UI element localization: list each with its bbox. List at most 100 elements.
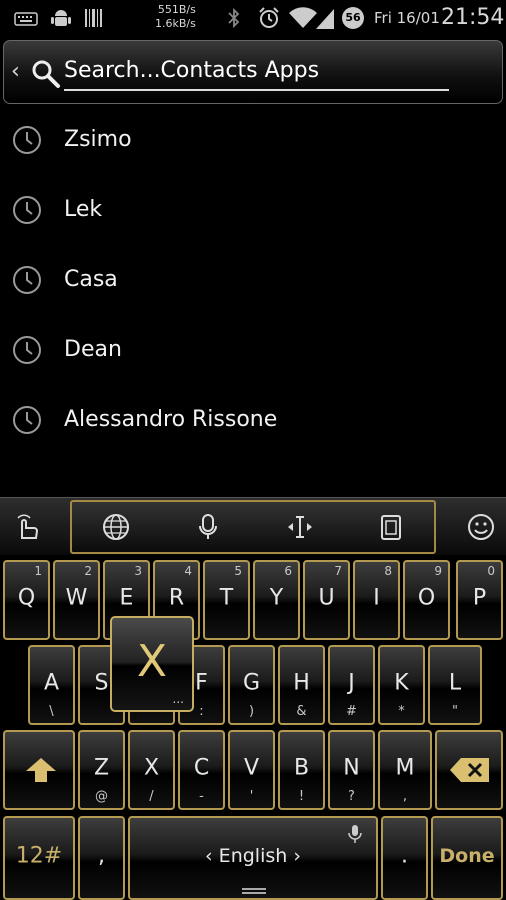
key-a[interactable]: A \ (28, 645, 75, 725)
key-k[interactable]: K * (378, 645, 425, 725)
key-sub-label: - (199, 789, 204, 804)
key-label: C (193, 755, 210, 781)
key-label: T (219, 585, 234, 611)
key-label: X (143, 755, 160, 781)
shift-key[interactable] (3, 730, 75, 810)
symbols-key[interactable]: 12# (3, 816, 75, 900)
key-label: H (293, 670, 310, 696)
microphone-hint-icon (348, 825, 362, 843)
key-label: M (395, 755, 415, 781)
key-label: K (394, 670, 409, 696)
key-hint: 6 (284, 564, 292, 578)
key-sub-label: * (398, 704, 405, 719)
recent-item[interactable]: Zsimo (0, 105, 506, 175)
history-clock-icon (13, 266, 41, 294)
key-x[interactable]: X / (128, 730, 175, 810)
key-sub-label: ) (248, 704, 255, 719)
key-u[interactable]: 7U (303, 560, 350, 640)
keyboard-toolbar (0, 497, 506, 555)
key-q[interactable]: 1Q (3, 560, 50, 640)
recent-item[interactable]: Casa (0, 245, 506, 315)
search-input[interactable]: Search...Contacts Apps (64, 58, 319, 83)
key-y[interactable]: 6Y (253, 560, 300, 640)
key-h[interactable]: H & (278, 645, 325, 725)
key-sub-label: & (296, 704, 307, 719)
key-hint: 5 (234, 564, 242, 578)
key-c[interactable]: C- (178, 730, 225, 810)
period-key[interactable]: . (381, 816, 428, 900)
search-bar[interactable]: ‹ Search...Contacts Apps (3, 40, 503, 104)
barcode-icon (85, 9, 102, 27)
key-label: Done (439, 845, 495, 868)
key-l[interactable]: L " (428, 645, 482, 725)
recent-item-label: Casa (64, 267, 118, 292)
key-m[interactable]: M, (378, 730, 432, 810)
key-label: J (348, 670, 355, 696)
back-chevron-icon[interactable]: ‹ (11, 59, 20, 84)
key-label: G (242, 670, 261, 696)
history-clock-icon (13, 406, 41, 434)
key-sub-label: ? (348, 789, 355, 804)
key-o[interactable]: 9O (403, 560, 450, 640)
download-speed: 1.6kB/s (155, 17, 196, 30)
key-b[interactable]: B! (278, 730, 325, 810)
space-bar-grip (242, 888, 266, 894)
key-sub-label: # (346, 704, 357, 719)
key-preview-label: X (136, 636, 168, 687)
status-bar: 551B/s 1.6kB/s 56 Fri 16/01 21:54 (0, 0, 506, 36)
signal-icon (316, 9, 334, 29)
key-sub-label: / (149, 789, 154, 804)
key-label: , (98, 843, 105, 869)
cursor-move-icon[interactable] (285, 512, 315, 542)
bluetooth-icon (228, 7, 240, 29)
microphone-icon[interactable] (193, 512, 223, 542)
key-hint: 4 (184, 564, 192, 578)
key-sub-label: , (402, 789, 408, 804)
alarm-icon (259, 7, 279, 28)
key-preview-popup: X ... (110, 616, 194, 712)
shift-arrow-icon (26, 758, 56, 782)
key-hint: 9 (434, 564, 442, 578)
key-sub-label: ' (249, 789, 254, 804)
key-sub-label: ! (298, 789, 305, 804)
clipboard-icon[interactable] (376, 512, 406, 542)
key-v[interactable]: V ' (228, 730, 275, 810)
key-z[interactable]: Z @ (78, 730, 125, 810)
space-key[interactable]: ‹ English › (128, 816, 378, 900)
history-clock-icon (13, 196, 41, 224)
emoji-smiley-icon[interactable] (466, 512, 496, 542)
key-n[interactable]: N? (328, 730, 375, 810)
key-label: W (65, 585, 88, 611)
status-date: Fri 16/01 (374, 9, 440, 27)
comma-key[interactable]: , (78, 816, 125, 900)
recent-item[interactable]: Alessandro Rissone (0, 385, 506, 455)
network-speed: 551B/s 1.6kB/s (155, 3, 196, 31)
key-g[interactable]: G) (228, 645, 275, 725)
recent-item[interactable]: Dean (0, 315, 506, 385)
search-icon (32, 60, 60, 88)
key-sub-label: " (452, 704, 458, 719)
key-label: 12# (15, 843, 63, 869)
done-key[interactable]: Done (431, 816, 503, 900)
key-label: . (401, 843, 408, 869)
recent-item[interactable]: Lek (0, 175, 506, 245)
key-t[interactable]: 5T (203, 560, 250, 640)
gesture-hand-icon[interactable] (12, 512, 42, 542)
key-hint: 3 (134, 564, 142, 578)
key-j[interactable]: J # (328, 645, 375, 725)
recent-item-label: Lek (64, 197, 103, 222)
key-w[interactable]: 2W (53, 560, 100, 640)
history-clock-icon (13, 126, 41, 154)
backspace-key[interactable] (435, 730, 503, 810)
key-label: A (43, 670, 60, 696)
key-label: O (417, 585, 436, 611)
recent-item-label: Dean (64, 337, 122, 362)
status-time: 21:54 (441, 5, 505, 30)
battery-level-badge: 56 (342, 7, 364, 29)
key-label: Q (17, 585, 36, 611)
key-p[interactable]: 0P (456, 560, 503, 640)
key-label: U (318, 585, 335, 611)
android-icon (51, 10, 71, 26)
key-i[interactable]: 8I (353, 560, 400, 640)
globe-language-icon[interactable] (101, 512, 131, 542)
